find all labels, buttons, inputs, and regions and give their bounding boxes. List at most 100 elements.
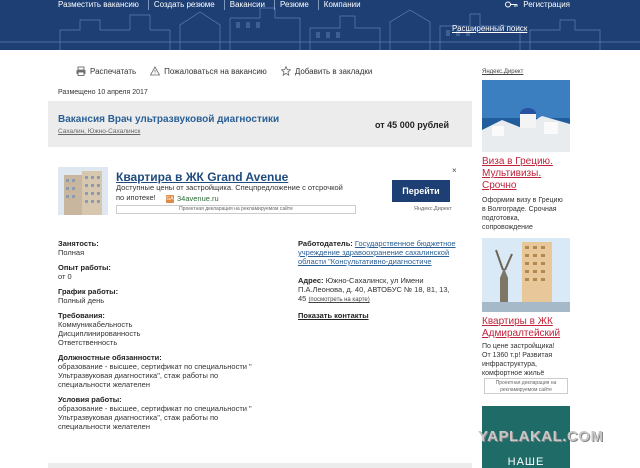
sidebar-ad3-text: НАШЕ bbox=[507, 456, 545, 468]
vacancy-salary: от 45 000 рублей bbox=[375, 120, 450, 130]
employer-name-link[interactable]: Государственное бюджетное bbox=[355, 239, 456, 248]
requirements-label: Требования: bbox=[58, 311, 105, 320]
nav-post-vacancy[interactable]: Разместить вакансию bbox=[54, 0, 149, 10]
posted-date: Размещено 10 апреля 2017 bbox=[58, 89, 148, 96]
ad-close-icon[interactable]: × bbox=[452, 166, 457, 175]
sidebar-ad2-declaration: Проектная декларация на рекламируемом са… bbox=[484, 378, 568, 394]
nav-create-resume[interactable]: Создать резюме bbox=[149, 0, 225, 10]
requirement-item: Дисциплинированность bbox=[58, 329, 141, 338]
employment-value: Полная bbox=[58, 248, 85, 257]
requirement-item: Ответственность bbox=[58, 338, 118, 347]
sidebar-ad2-text-line: инфраструктура, bbox=[482, 361, 537, 368]
employer-details: Работодатель: Государственное бюджетное … bbox=[298, 239, 468, 320]
duties-label: Должностные обязанности: bbox=[58, 353, 162, 362]
ad-description-line: по ипотеке! bbox=[116, 193, 156, 202]
schedule-value: Полный день bbox=[58, 296, 105, 305]
experience-value: от 0 bbox=[58, 272, 72, 281]
building-image bbox=[58, 167, 108, 215]
ad-description: Доступные цены от застройщика. Спецпредл… bbox=[116, 183, 386, 203]
duties-section: Должностные обязанности: образование - в… bbox=[58, 353, 278, 389]
register-link[interactable]: Регистрация bbox=[505, 0, 570, 9]
register-label: Регистрация bbox=[523, 0, 570, 9]
vacancy-title: Вакансия Врач ультразвуковой диагностики bbox=[58, 114, 280, 125]
ad-domain: 34avenue.ru bbox=[177, 194, 219, 203]
conditions-section: Условия работы: образование - высшее, се… bbox=[58, 395, 278, 431]
duties-line: образование - высшее, сертификат по спец… bbox=[58, 362, 252, 371]
ad-go-button[interactable]: Перейти bbox=[392, 180, 450, 202]
address-line: 45 bbox=[298, 294, 307, 303]
print-button[interactable]: Распечатать bbox=[76, 66, 136, 76]
warning-icon bbox=[150, 66, 161, 76]
employer-label: Работодатель: bbox=[298, 239, 353, 248]
sidebar-ad2-title-line: Адмиралтейский bbox=[482, 328, 561, 339]
employer-name-link[interactable]: области "Консультативно-диагностиче bbox=[298, 257, 432, 266]
requirements-section: Требования: Коммуникабельность Дисциплин… bbox=[58, 311, 278, 347]
bookmark-button[interactable]: Добавить в закладки bbox=[280, 66, 373, 76]
employer-section: Работодатель: Государственное бюджетное … bbox=[298, 239, 468, 266]
sidebar-ad1-text-line: в Волгограде. Срочная bbox=[482, 206, 557, 213]
conditions-label: Условия работы: bbox=[58, 395, 122, 404]
employer-name-link[interactable]: учреждение здравоохранение сахалинской bbox=[298, 248, 449, 257]
schedule-label: График работы: bbox=[58, 287, 119, 296]
sidebar-ad2-title-line: Квартиры в ЖК bbox=[482, 316, 553, 327]
vacancy-location-link[interactable]: Сахалин, Южно-Сахалинск bbox=[58, 128, 140, 135]
sidebar-ad1-text-line: подготовка, bbox=[482, 215, 520, 222]
sidebar-yandex-direct-label[interactable]: Яндекс.Директ bbox=[482, 69, 523, 75]
sidebar-ad2-text: По цене застройщика! От 1360 т.р! Развит… bbox=[482, 342, 570, 378]
complain-button[interactable]: Пожаловаться на вакансию bbox=[150, 66, 267, 76]
sidebar-ad1-text-line: сопровождение bbox=[482, 224, 533, 231]
sidebar-ad1-title-link[interactable]: Виза в Грецию. Мультивизы. Срочно bbox=[482, 156, 570, 192]
ad-declaration: Проектная декларация на рекламируемом са… bbox=[116, 205, 356, 214]
experience-label: Опыт работы: bbox=[58, 263, 111, 272]
sidebar-ad2-title-link[interactable]: Квартиры в ЖК Адмиралтейский bbox=[482, 316, 570, 340]
employment-label: Занятость: bbox=[58, 239, 99, 248]
top-navigation: Разместить вакансию Создать резюме Вакан… bbox=[54, 0, 370, 10]
yandex-direct-label[interactable]: Яндекс.Директ bbox=[414, 206, 452, 212]
conditions-line: специальности желателен bbox=[58, 422, 150, 431]
nav-companies[interactable]: Компании bbox=[319, 0, 370, 10]
star-icon bbox=[280, 66, 291, 76]
requirement-item: Коммуникабельность bbox=[58, 320, 133, 329]
nav-resumes[interactable]: Резюме bbox=[275, 0, 319, 10]
address-label: Адрес: bbox=[298, 276, 324, 285]
duties-line: Ультразвуковая диагностика", стаж работы… bbox=[58, 371, 219, 380]
site-header: Разместить вакансию Создать резюме Вакан… bbox=[0, 0, 640, 50]
admiralteysky-ad-image[interactable] bbox=[482, 238, 570, 312]
sidebar-ad2-text-line: комфортное жильё bbox=[482, 370, 545, 377]
print-label: Распечатать bbox=[90, 66, 137, 76]
experience-section: Опыт работы: от 0 bbox=[58, 263, 278, 281]
sidebar-ad1-text-line: Оформим визу в Грецию bbox=[482, 197, 563, 204]
sidebar-ad1-title-line: Мультивизы. bbox=[482, 168, 542, 179]
employment-section: Занятость: Полная bbox=[58, 239, 278, 257]
printer-icon bbox=[76, 66, 86, 76]
vacancy-details: Занятость: Полная Опыт работы: от 0 Граф… bbox=[58, 239, 278, 437]
show-contacts-button[interactable]: Показать контакты bbox=[298, 311, 369, 320]
conditions-line: Ультразвуковая диагностика", стаж работы… bbox=[58, 413, 219, 422]
sidebar-ads: Яндекс.Директ Виза в Грецию. Мультивизы.… bbox=[482, 66, 570, 468]
sidebar-ad1-title-line: Срочно bbox=[482, 180, 517, 191]
ad-title-link[interactable]: Квартира в ЖК Grand Avenue bbox=[116, 170, 288, 184]
view-on-map-link[interactable]: (посмотреть на карте) bbox=[308, 297, 369, 303]
duties-line: специальности желателен bbox=[58, 380, 150, 389]
key-icon bbox=[505, 1, 518, 8]
address-section: Адрес: Южно-Сахалинск, ул Имени П.А.Леон… bbox=[298, 276, 468, 305]
vacancy-header: Вакансия Врач ультразвуковой диагностики… bbox=[48, 101, 472, 147]
greece-ad-image[interactable] bbox=[482, 80, 570, 152]
sidebar-ad2-text-line: По цене застройщика! bbox=[482, 343, 555, 350]
sidebar-ad1-title-line: Виза в Грецию. bbox=[482, 156, 553, 167]
schedule-section: График работы: Полный день bbox=[58, 287, 278, 305]
sidebar-ad2-text-line: От 1360 т.р! Развитая bbox=[482, 352, 553, 359]
nav-vacancies[interactable]: Вакансии bbox=[225, 0, 275, 10]
conditions-line: образование - высшее, сертификат по спец… bbox=[58, 404, 252, 413]
advanced-search-link[interactable]: Расширенный поиск bbox=[452, 24, 527, 33]
complain-label: Пожаловаться на вакансию bbox=[164, 66, 267, 76]
sidebar-ad1-text: Оформим визу в Грецию в Волгограде. Сроч… bbox=[482, 196, 570, 232]
ad-favicon-icon: GA bbox=[166, 194, 174, 203]
bookmark-label: Добавить в закладки bbox=[294, 66, 373, 76]
ad-domain-link[interactable]: GA 34avenue.ru bbox=[166, 194, 219, 203]
vacancy-actions: Распечатать Пожаловаться на вакансию Доб… bbox=[76, 66, 372, 76]
address-line: П.А.Леонова, д. 40, АВТОБУС № 18, 81, 13… bbox=[298, 285, 450, 294]
ad-description-line: Доступные цены от застройщика. Спецпредл… bbox=[116, 183, 343, 192]
address-line: Южно-Сахалинск, ул Имени bbox=[325, 276, 424, 285]
content-bottom-bar bbox=[48, 463, 472, 468]
